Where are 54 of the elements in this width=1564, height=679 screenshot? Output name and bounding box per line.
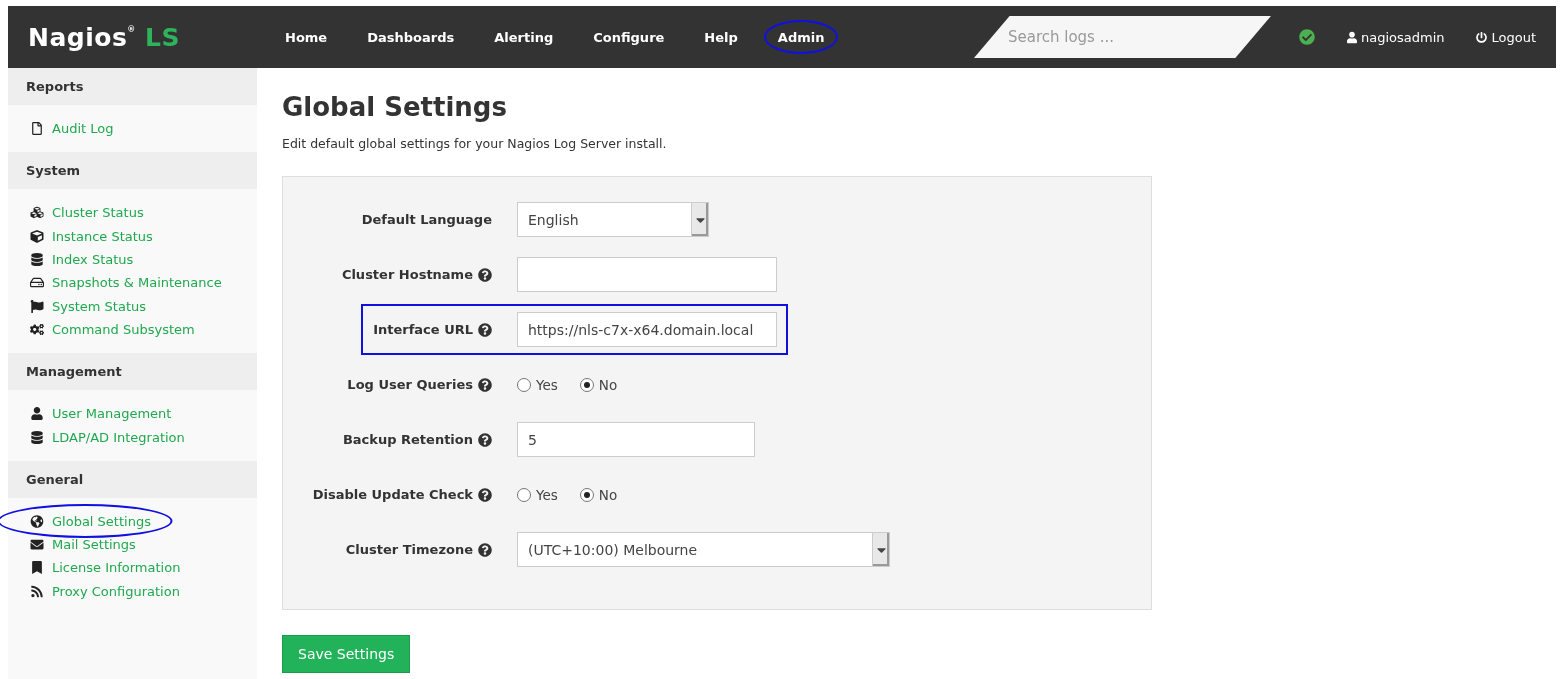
help-icon[interactable] [478,432,492,447]
nav-link[interactable]: Admin [777,29,825,45]
text-input[interactable] [517,257,777,292]
status-ok-icon[interactable] [1298,29,1315,45]
help-icon[interactable] [478,377,492,392]
nav-link[interactable]: Alerting [494,29,554,45]
radio-option[interactable]: Yes [517,486,558,503]
text-input[interactable]: 5 [517,422,755,457]
field-label: Cluster Hostname [341,267,473,282]
radio-option[interactable]: No [579,376,618,393]
bookmark-icon [30,561,44,575]
page-description: Edit default global settings for your Nagios Log Server install. [282,136,668,151]
drive-icon [30,276,44,290]
database-icon [30,253,44,267]
user-icon [30,407,44,421]
help-icon[interactable] [478,542,492,557]
cubes-icon [30,206,44,220]
user-icon [1346,30,1357,44]
envelope-icon [30,538,44,552]
page-title: Global Settings [282,92,508,122]
rss-icon [30,584,44,598]
text-input[interactable]: https://nls-c7x-x64.domain.local [517,312,777,347]
select-dropdown[interactable]: (UTC+10:00) Melbourne [517,532,890,567]
cube-icon [30,229,44,243]
field-label: Disable Update Check [312,487,473,502]
search-field[interactable]: Search logs ... [973,16,1271,58]
help-icon[interactable] [478,267,492,282]
field-label: Backup Retention [342,432,473,447]
file-icon [30,122,44,136]
nav-link[interactable]: Dashboards [367,29,455,45]
field-label: Interface URL [373,322,473,337]
field-label: Cluster Timezone [345,542,473,557]
field-label: Log User Queries [347,377,473,392]
gears-icon [30,322,44,336]
nav-link[interactable]: Home [285,29,328,45]
nav-link[interactable]: Help [704,29,738,45]
sidebar-heading: Management [8,353,257,391]
database-icon [30,430,44,444]
nagios-ls-logo[interactable]: Nagios$^{®}$ LS [28,22,285,52]
flag-icon [30,299,44,313]
sidebar-heading: General [8,460,257,498]
sidebar-heading: System [8,152,257,190]
nav-link[interactable]: Configure [593,29,665,45]
radio-option[interactable]: No [579,486,618,503]
logout-link[interactable]: Logout [1476,29,1536,45]
sidebar-heading: Reports [8,68,257,105]
globe-icon [30,514,44,528]
field-label: Default Language [361,212,492,227]
radio-option[interactable]: Yes [517,376,558,393]
help-icon[interactable] [478,322,492,337]
power-icon [1476,30,1488,44]
help-icon[interactable] [478,487,492,502]
select-dropdown[interactable]: English [517,202,709,237]
user-link[interactable]: nagiosadmin [1346,29,1445,45]
